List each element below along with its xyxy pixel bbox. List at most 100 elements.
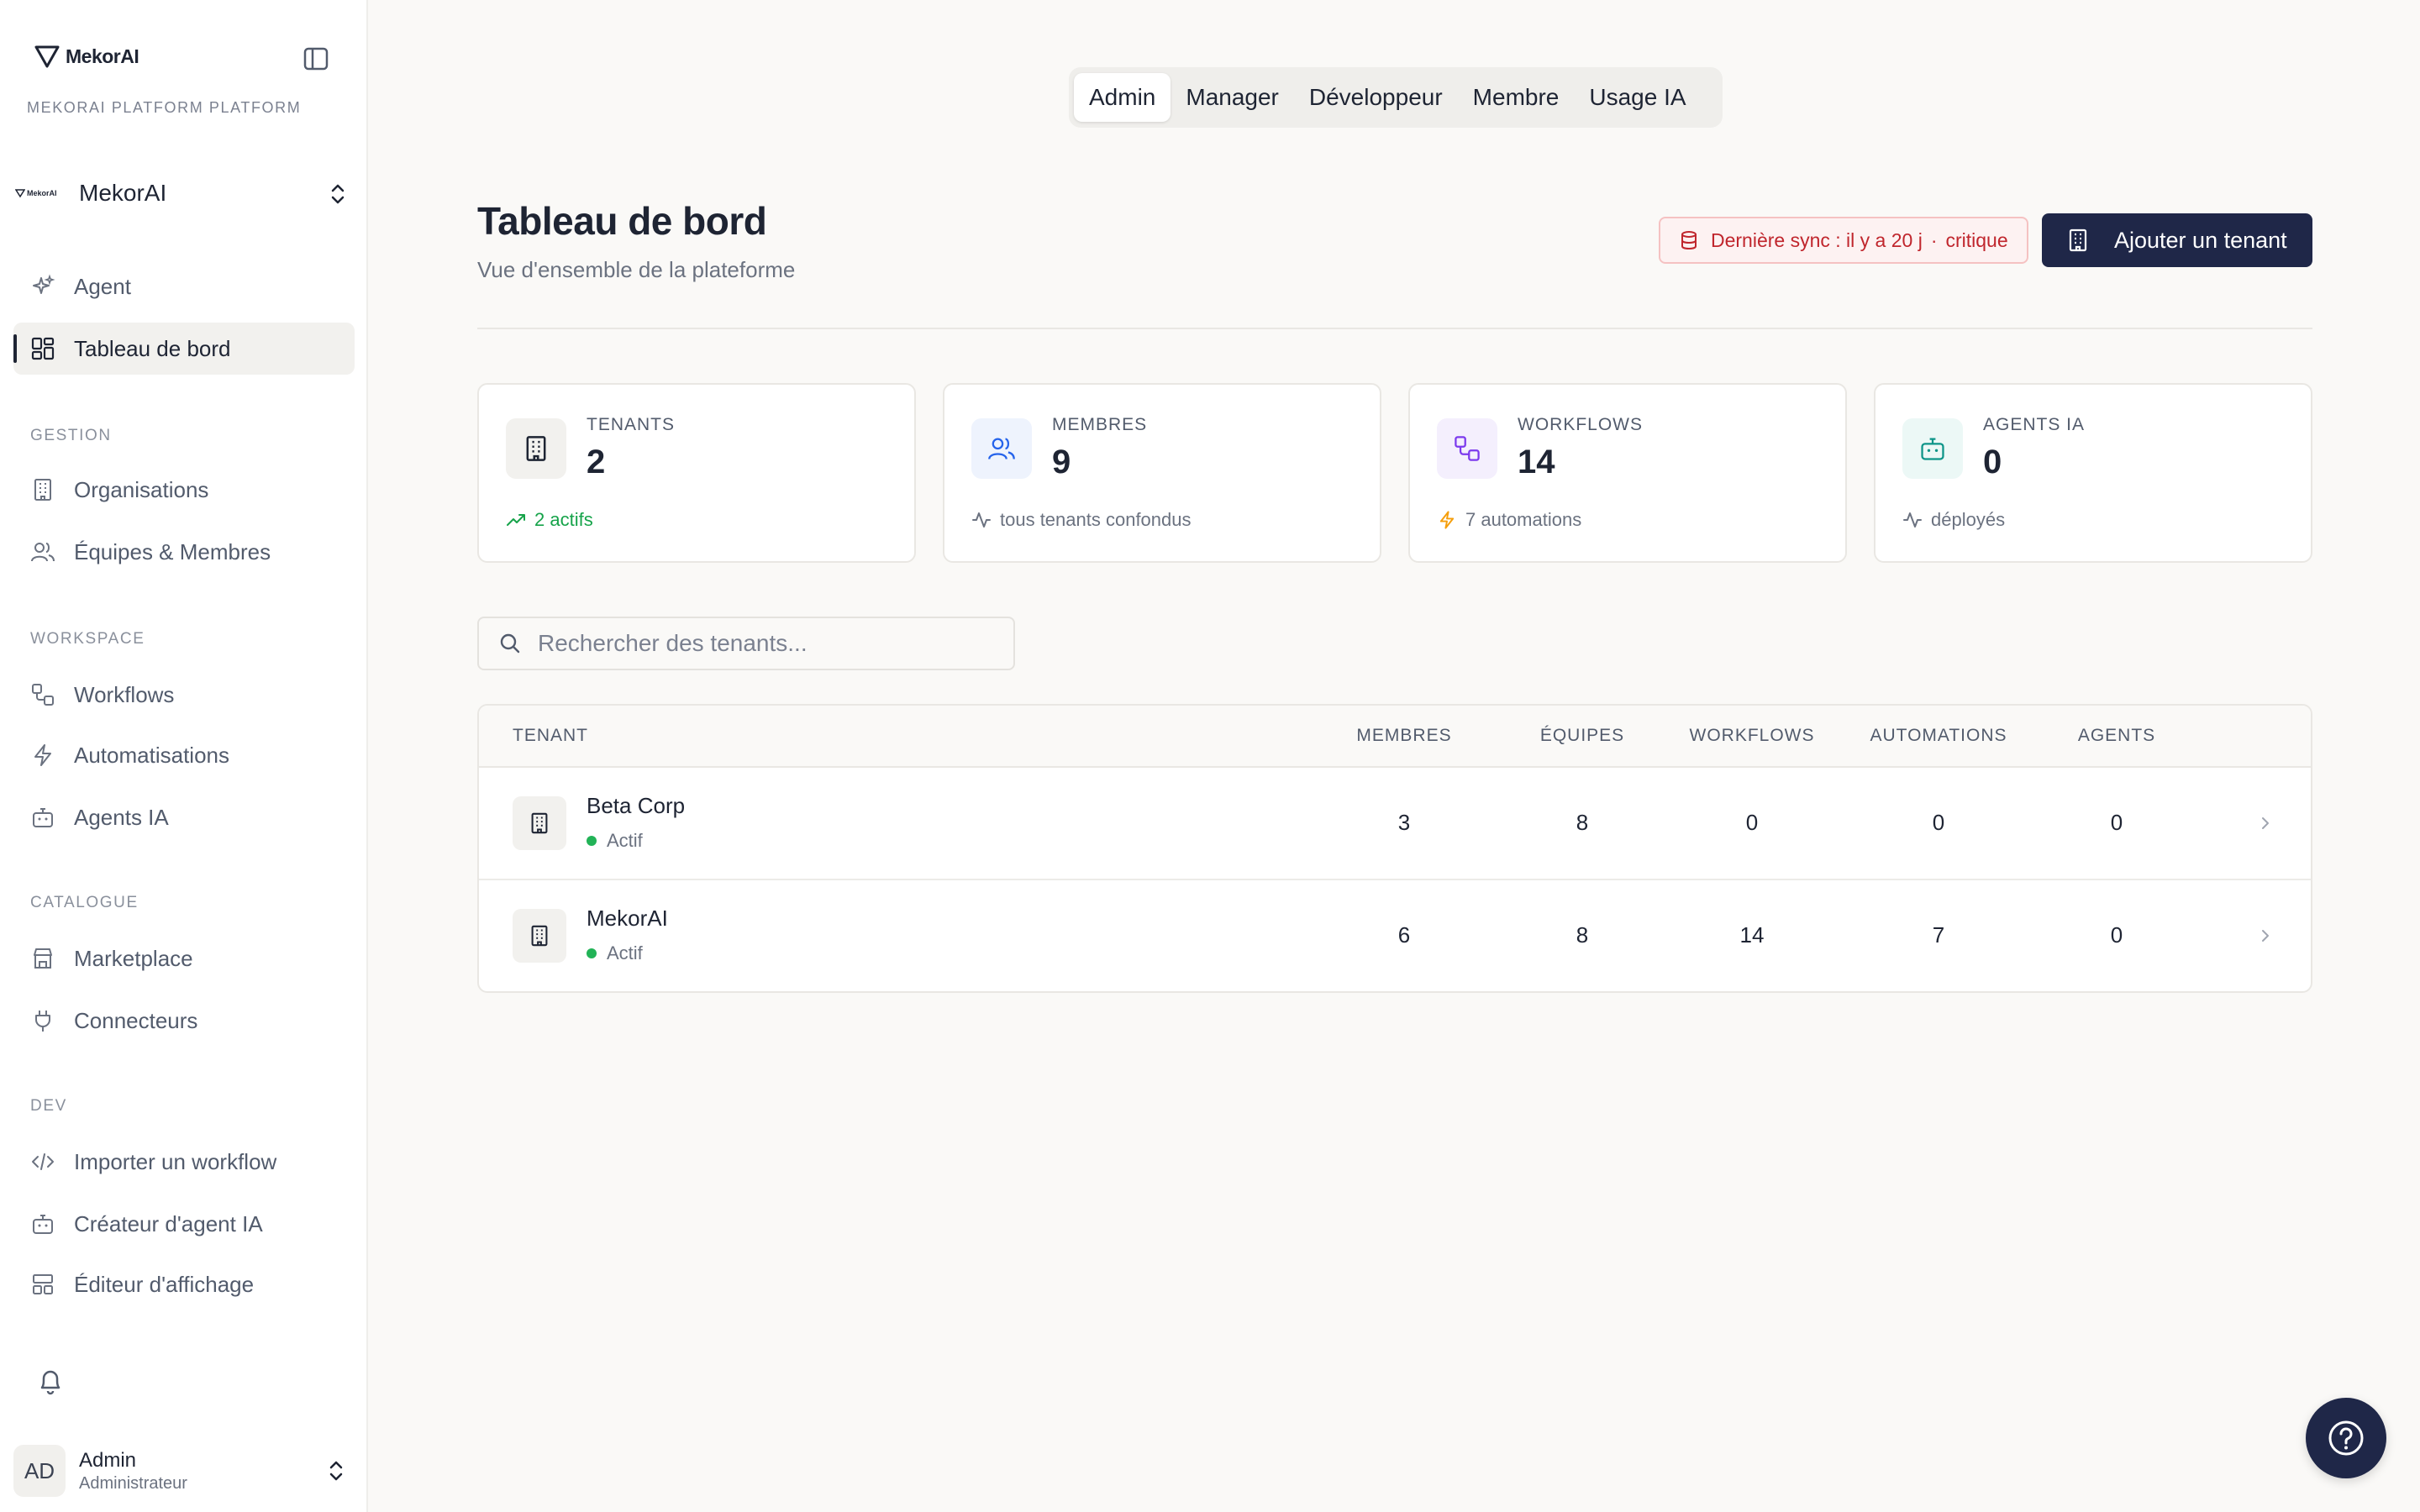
bot-icon [30, 1211, 55, 1236]
nav-item-tableau-de-bord[interactable]: Tableau de bord [13, 323, 355, 375]
sidebar-toggle-icon[interactable] [302, 45, 329, 72]
role-tabs: Admin Manager Développeur Membre Usage I… [1069, 67, 1723, 128]
org-switcher[interactable]: MekorAI MekorAI [15, 173, 355, 213]
nav-label: Connecteurs [74, 1007, 198, 1033]
nav-item-editeur-affichage[interactable]: Éditeur d'affichage [13, 1258, 355, 1310]
help-button[interactable] [2306, 1398, 2386, 1478]
user-menu[interactable]: AD Admin Administrateur [13, 1443, 355, 1499]
zap-icon [30, 743, 55, 768]
org-name: MekorAI [79, 180, 167, 206]
nav-label: Créateur d'agent IA [74, 1210, 263, 1236]
org-logo: MekorAI [15, 188, 71, 198]
nav-item-workflows[interactable]: Workflows [13, 669, 355, 721]
tab-usage-ia[interactable]: Usage IA [1574, 73, 1701, 122]
building-icon [513, 796, 566, 850]
nav-label: Workflows [74, 681, 175, 707]
tab-developpeur[interactable]: Développeur [1294, 73, 1458, 122]
stat-foot: tous tenants confondus [971, 509, 1192, 531]
stat-label: AGENTS IA [1983, 415, 2086, 434]
status-text: Actif [607, 942, 643, 963]
add-tenant-button[interactable]: Ajouter un tenant [2042, 213, 2312, 267]
nav-label: Organisations [74, 476, 209, 502]
users-icon [971, 418, 1032, 479]
building-icon [506, 418, 566, 479]
tab-admin[interactable]: Admin [1074, 73, 1171, 122]
bot-icon [1902, 418, 1963, 479]
page-title: Tableau de bord [477, 199, 767, 243]
nav-item-createur-agent-ia[interactable]: Créateur d'agent IA [13, 1198, 355, 1250]
bell-icon[interactable] [34, 1364, 67, 1398]
table-header: TENANT MEMBRES ÉQUIPES WORKFLOWS AUTOMAT… [479, 706, 2311, 768]
section-label-workspace: WORKSPACE [30, 630, 145, 648]
tab-membre[interactable]: Membre [1458, 73, 1575, 122]
stat-value: 0 [1983, 444, 2002, 480]
nav-item-marketplace[interactable]: Marketplace [13, 932, 355, 984]
activity-icon [1903, 512, 1922, 528]
stat-foot-text: tous tenants confondus [1000, 509, 1192, 530]
nav-label: Importer un workflow [74, 1148, 277, 1174]
cell-equipes: 8 [1576, 922, 1589, 948]
stat-label: TENANTS [587, 415, 676, 434]
nav-label: Éditeur d'affichage [74, 1271, 255, 1297]
tab-manager[interactable]: Manager [1171, 73, 1294, 122]
dashboard-icon [30, 336, 55, 361]
platform-label: MEKORAI PLATFORM PLATFORM [27, 99, 302, 116]
nav-item-importer-un-workflow[interactable]: Importer un workflow [13, 1136, 355, 1188]
cell-workflows: 14 [1739, 922, 1765, 948]
nav-label: Marketplace [74, 945, 193, 971]
nav-item-agent[interactable]: Agent [13, 260, 355, 312]
stat-foot: déployés [1902, 509, 2005, 531]
section-label-gestion: GESTION [30, 427, 112, 444]
cell-agents: 0 [2110, 922, 2123, 948]
app-logo[interactable]: MekorAI [34, 44, 139, 69]
plug-icon [30, 1008, 55, 1033]
zap-icon [1439, 511, 1455, 529]
sync-severity: critique [1945, 228, 2008, 251]
stat-card-tenants: TENANTS 2 2 actifs [477, 383, 916, 563]
stat-card-agents-ia: AGENTS IA 0 déployés [1874, 383, 2312, 563]
stat-label: MEMBRES [1052, 415, 1148, 434]
chevrons-up-down-icon [331, 184, 345, 204]
nav-item-automatisations[interactable]: Automatisations [13, 729, 355, 781]
nav-label: Équipes & Membres [74, 538, 271, 564]
user-meta: Admin Administrateur [79, 1449, 187, 1494]
nav-label: Agents IA [74, 804, 169, 830]
cell-membres: 3 [1397, 810, 1411, 835]
table-row[interactable]: MekorAI Actif 6 8 14 7 0 [479, 880, 2311, 991]
sync-status-badge: Dernière sync : il y a 20 j · critique [1659, 217, 2028, 264]
nav-item-equipes-membres[interactable]: Équipes & Membres [13, 526, 355, 578]
user-name: Admin [79, 1448, 137, 1472]
tenants-table: TENANT MEMBRES ÉQUIPES WORKFLOWS AUTOMAT… [477, 704, 2312, 993]
avatar: AD [13, 1445, 66, 1497]
nav-item-agents-ia[interactable]: Agents IA [13, 791, 355, 843]
user-role: Administrateur [79, 1473, 187, 1493]
org-logo-text: MekorAI [27, 189, 57, 197]
chevron-right-icon[interactable] [2257, 811, 2274, 835]
cell-agents: 0 [2110, 810, 2123, 835]
cell-workflows: 0 [1745, 810, 1759, 835]
logo-text: MekorAI [66, 45, 139, 67]
search-input[interactable] [538, 630, 992, 657]
tenant-status: Actif [587, 942, 643, 964]
stat-foot-text: déployés [1931, 509, 2006, 530]
org-logo-mark-icon [15, 189, 25, 198]
status-dot-icon [587, 948, 597, 958]
table-row[interactable]: Beta Corp Actif 3 8 0 0 0 [479, 768, 2311, 880]
store-icon [30, 946, 55, 971]
nav-item-organisations[interactable]: Organisations [13, 464, 355, 516]
section-label-catalogue: CATALOGUE [30, 894, 139, 911]
column-header-membres: MEMBRES [1356, 726, 1452, 745]
column-header-agents: AGENTS [2077, 726, 2156, 745]
trending-up-icon [507, 514, 525, 526]
nav-label: Agent [74, 273, 131, 299]
bot-icon [30, 805, 55, 830]
layout-icon [30, 1272, 55, 1297]
nav-item-connecteurs[interactable]: Connecteurs [13, 995, 355, 1047]
column-header-workflows: WORKFLOWS [1689, 726, 1815, 745]
column-header-tenant: TENANT [513, 726, 588, 745]
cell-automations: 0 [1932, 810, 1945, 835]
cell-membres: 6 [1397, 922, 1411, 948]
chevron-right-icon[interactable] [2257, 924, 2274, 948]
code-icon [30, 1149, 55, 1174]
tenant-name: Beta Corp [587, 793, 686, 818]
